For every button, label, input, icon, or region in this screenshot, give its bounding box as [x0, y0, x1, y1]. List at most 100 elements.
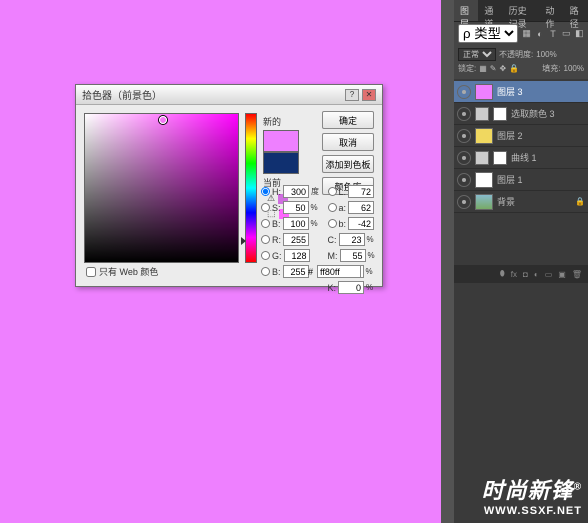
l-input[interactable] — [348, 185, 374, 198]
tab-history[interactable]: 历史记录 — [503, 0, 540, 21]
hex-row: # — [308, 265, 361, 278]
k-input[interactable] — [338, 281, 364, 294]
a-input[interactable] — [348, 201, 374, 214]
m-input[interactable] — [340, 249, 366, 262]
tab-paths[interactable]: 路径 — [564, 0, 588, 21]
c-input[interactable] — [339, 233, 365, 246]
lock-all-icon[interactable]: 🔒 — [509, 64, 519, 73]
mask-icon[interactable]: ◘ — [523, 270, 528, 279]
new-color-swatch[interactable] — [263, 130, 299, 152]
help-button[interactable]: ? — [345, 89, 359, 101]
layer-row[interactable]: 背景 🔒 — [454, 191, 588, 213]
collapsed-toolbar[interactable] — [441, 0, 454, 523]
panel-tabs: 图层 通道 历史记录 动作 路径 — [454, 0, 588, 22]
s-input[interactable] — [283, 201, 309, 214]
layer-thumb[interactable] — [475, 84, 493, 100]
lock-paint-icon[interactable]: ✎ — [490, 64, 497, 73]
visibility-icon[interactable] — [457, 173, 471, 187]
trash-icon[interactable]: 🗑 — [572, 270, 582, 279]
layer-thumb[interactable] — [475, 172, 493, 188]
right-panels: 图层 通道 历史记录 动作 路径 ρ 类型 ▦ ◐ T ▭ ◧ 正常 不透明度:… — [454, 0, 588, 523]
lock-icon: 🔒 — [575, 197, 585, 206]
layer-name[interactable]: 图层 2 — [497, 129, 523, 142]
visibility-icon[interactable] — [457, 129, 471, 143]
layer-row[interactable]: 图层 3 — [454, 81, 588, 103]
lock-pos-icon[interactable]: ✥ — [500, 64, 507, 73]
hex-input[interactable] — [317, 265, 361, 278]
layer-name[interactable]: 背景 — [497, 195, 515, 208]
layer-thumb[interactable] — [475, 128, 493, 144]
visibility-icon[interactable] — [457, 195, 471, 209]
layer-row[interactable]: 曲线 1 — [454, 147, 588, 169]
tab-actions[interactable]: 动作 — [539, 0, 563, 21]
web-only-checkbox[interactable]: 只有 Web 颜色 — [86, 265, 158, 278]
bc-radio[interactable] — [261, 267, 270, 276]
hue-slider[interactable] — [245, 113, 257, 263]
g-radio[interactable] — [261, 251, 270, 260]
mask-thumb[interactable] — [493, 151, 507, 165]
r-input[interactable] — [283, 233, 309, 246]
sv-cursor — [159, 116, 167, 124]
lb-input[interactable] — [348, 217, 374, 230]
web-only-input[interactable] — [86, 267, 96, 277]
layers-list: 图层 3 选取颜色 3 图层 2 曲线 1 图层 1 背景 — [454, 79, 588, 213]
cancel-button[interactable]: 取消 — [322, 133, 374, 151]
tab-channels[interactable]: 通道 — [478, 0, 502, 21]
ok-button[interactable]: 确定 — [322, 111, 374, 129]
adj-icon — [475, 107, 489, 121]
layer-thumb[interactable] — [475, 194, 493, 210]
layer-row[interactable]: 图层 2 — [454, 125, 588, 147]
close-button[interactable]: ✕ — [362, 89, 376, 101]
r-radio[interactable] — [261, 235, 270, 244]
group-icon[interactable]: ▭ — [545, 270, 553, 279]
current-color-swatch[interactable] — [263, 152, 299, 174]
l-radio[interactable] — [328, 187, 337, 196]
h-radio[interactable] — [261, 187, 270, 196]
adjust-icon[interactable]: ◐ — [534, 270, 539, 279]
hue-pointer — [241, 237, 246, 245]
layer-row[interactable]: 选取颜色 3 — [454, 103, 588, 125]
layer-name[interactable]: 选取颜色 3 — [511, 107, 555, 120]
fill-value[interactable]: 100% — [564, 64, 584, 73]
br-input[interactable] — [283, 217, 309, 230]
link-icon[interactable]: ⬮ — [500, 269, 505, 279]
layers-footer: ⬮ fx ◘ ◐ ▭ ▣ 🗑 — [454, 265, 588, 283]
visibility-icon[interactable] — [457, 85, 471, 99]
s-radio[interactable] — [261, 203, 270, 212]
layer-row[interactable]: 图层 1 — [454, 169, 588, 191]
visibility-icon[interactable] — [457, 151, 471, 165]
fill-label: 填充: — [542, 63, 560, 74]
layer-name[interactable]: 图层 3 — [497, 85, 523, 98]
filter-pixel-icon[interactable]: ▦ — [522, 28, 531, 40]
blend-mode-select[interactable]: 正常 — [458, 48, 496, 61]
lock-label: 锁定: — [458, 63, 476, 74]
filter-smart-icon[interactable]: ◧ — [575, 28, 584, 40]
filter-shape-icon[interactable]: ▭ — [562, 28, 571, 40]
filter-text-icon[interactable]: T — [548, 28, 557, 40]
saturation-value-field[interactable] — [84, 113, 239, 263]
add-swatch-button[interactable]: 添加到色板 — [322, 155, 374, 173]
b-radio[interactable] — [261, 219, 270, 228]
layer-name[interactable]: 曲线 1 — [511, 151, 537, 164]
new-icon[interactable]: ▣ — [558, 270, 566, 279]
g-input[interactable] — [284, 249, 310, 262]
hex-label: # — [308, 267, 313, 277]
adj-icon — [475, 151, 489, 165]
mask-thumb[interactable] — [493, 107, 507, 121]
new-color-label: 新的 — [263, 115, 309, 128]
h-input[interactable] — [283, 185, 309, 198]
opacity-value[interactable]: 100% — [536, 50, 556, 59]
bc-input[interactable] — [283, 265, 309, 278]
filter-adj-icon[interactable]: ◐ — [535, 28, 544, 40]
lb-radio[interactable] — [328, 219, 337, 228]
visibility-icon[interactable] — [457, 107, 471, 121]
a-radio[interactable] — [328, 203, 337, 212]
layer-name[interactable]: 图层 1 — [497, 173, 523, 186]
color-picker-dialog: 拾色器（前景色） ? ✕ 新的 当前 ⚠ ⬚ 确定 取消 添加到色板 颜色库 — [75, 84, 383, 287]
filter-type-select[interactable]: ρ 类型 — [458, 24, 518, 43]
dialog-titlebar[interactable]: 拾色器（前景色） ? ✕ — [76, 85, 382, 105]
tab-layers[interactable]: 图层 — [454, 0, 478, 21]
fx-icon[interactable]: fx — [511, 270, 517, 279]
lock-trans-icon[interactable]: ▦ — [479, 64, 487, 73]
layer-options: 正常 不透明度: 100% 锁定: ▦ ✎ ✥ 🔒 填充: 100% — [454, 45, 588, 79]
